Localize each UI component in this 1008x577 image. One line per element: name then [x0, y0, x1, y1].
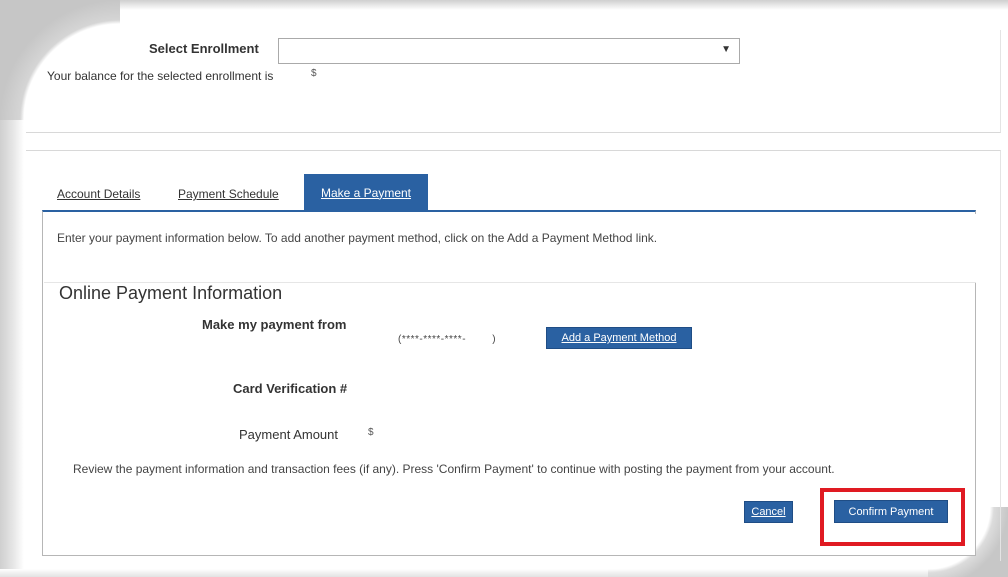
enrollment-label: Select Enrollment — [149, 41, 259, 56]
tab-make-a-payment[interactable]: Make a Payment — [304, 174, 428, 211]
card-verification-input[interactable] — [394, 381, 454, 395]
cancel-button[interactable]: Cancel — [744, 501, 793, 523]
payment-method-select[interactable]: (****-****-****- ) — [398, 334, 496, 345]
cancel-button-label: Cancel — [751, 506, 786, 518]
highlight-box — [820, 488, 965, 546]
card-verification-label: Card Verification # — [233, 381, 348, 396]
review-text: Review the payment information and trans… — [73, 462, 835, 476]
enrollment-select[interactable]: ▼ — [278, 38, 740, 64]
balance-amount: $ — [311, 68, 317, 79]
tab-payment-schedule[interactable]: Payment Schedule — [178, 187, 279, 201]
dropdown-arrow-icon: ▼ — [721, 44, 731, 55]
add-payment-method-label: Add a Payment Method — [561, 332, 677, 344]
intro-text: Enter your payment information below. To… — [57, 231, 658, 245]
pay-from-label: Make my payment from — [202, 317, 347, 332]
payment-amount-input[interactable]: $ — [368, 427, 374, 438]
tab-make-a-payment-label: Make a Payment — [320, 185, 412, 200]
balance-label: Your balance for the selected enrollment… — [47, 69, 274, 83]
payment-amount-label: Payment Amount — [239, 427, 338, 442]
intro-box — [44, 214, 976, 283]
page-curl-bottom — [0, 569, 1008, 577]
section-title: Online Payment Information — [59, 283, 283, 303]
tab-account-details[interactable]: Account Details — [57, 187, 140, 201]
page-curl-top — [0, 0, 1008, 10]
add-payment-method-button[interactable]: Add a Payment Method — [546, 327, 692, 349]
